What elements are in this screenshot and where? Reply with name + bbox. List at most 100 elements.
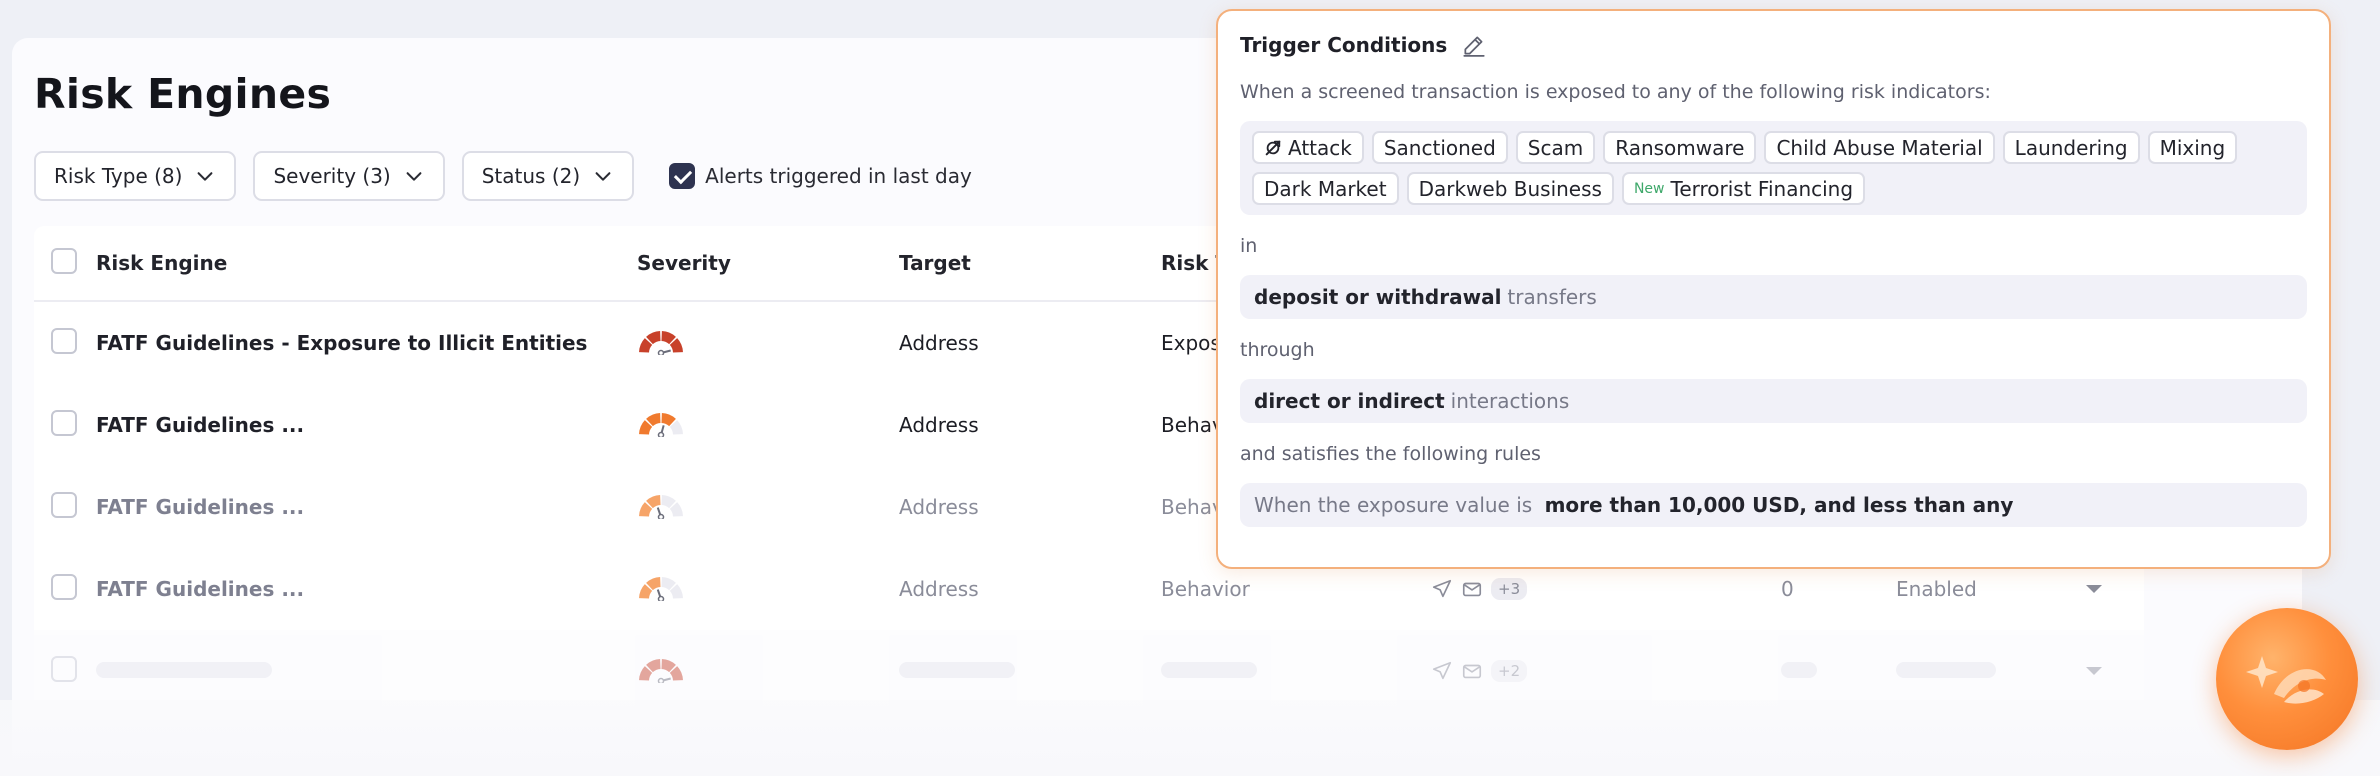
indicator-label: Sanctioned bbox=[1383, 135, 1496, 160]
chevron-down-icon bbox=[406, 172, 422, 181]
exposure-rule-value: more than 10,000 USD, and less than any bbox=[1544, 493, 2014, 517]
indicator-label: Child Abuse Material bbox=[1776, 135, 1983, 160]
severity-gauge-icon bbox=[639, 576, 683, 602]
indicator-label: Mixing bbox=[2159, 135, 2226, 160]
loading-placeholder bbox=[1781, 662, 1817, 678]
risk-type-filter[interactable]: Risk Type (8) bbox=[34, 151, 237, 201]
indicator-chip-laundering[interactable]: Laundering bbox=[2002, 131, 2140, 164]
loading-placeholder bbox=[1896, 662, 1996, 678]
row-checkbox[interactable] bbox=[51, 655, 77, 682]
indicator-label: Scam bbox=[1527, 135, 1584, 160]
indicator-chip-ransomware[interactable]: Ransomware bbox=[1603, 131, 1757, 164]
ai-sparkle-eye-icon bbox=[2246, 656, 2326, 704]
gauge-hub bbox=[657, 349, 665, 356]
risk-type-cell: Behavior bbox=[1161, 577, 1250, 601]
ai-assistant-button[interactable] bbox=[2216, 608, 2358, 750]
gauge-hub bbox=[657, 677, 665, 684]
transfer-direction-box[interactable]: deposit or withdrawal transfers bbox=[1240, 275, 2307, 319]
chevron-down-icon bbox=[198, 172, 213, 181]
indicator-label: Darkweb Business bbox=[1418, 176, 1602, 201]
status-filter-label: Status (2) bbox=[481, 164, 581, 188]
through-label: through bbox=[1240, 339, 1315, 361]
indicator-label: Terrorist Financing bbox=[1670, 176, 1854, 201]
notification-channels[interactable]: +2 bbox=[1431, 660, 1781, 682]
row-checkbox[interactable] bbox=[51, 327, 77, 354]
bottom-fade-overlay bbox=[0, 700, 2380, 776]
severity-gauge-icon bbox=[639, 330, 683, 356]
exposure-rule-box[interactable]: When the exposure value is more than 10,… bbox=[1240, 483, 2307, 527]
indicator-chip-mixing[interactable]: Mixing bbox=[2147, 131, 2238, 164]
alerts-count: 0 bbox=[1781, 577, 1794, 601]
row-checkbox[interactable] bbox=[51, 409, 77, 436]
alerts-last-day-checkbox[interactable] bbox=[669, 163, 696, 189]
select-all-checkbox[interactable] bbox=[51, 247, 77, 274]
risk-engine-name[interactable]: FATF Guidelines ... bbox=[96, 413, 637, 437]
mail-icon bbox=[1462, 664, 1482, 679]
indicator-chip-terrorist-financing[interactable]: New Terrorist Financing bbox=[1621, 172, 1866, 205]
page-title: Risk Engines bbox=[34, 70, 332, 118]
loading-placeholder bbox=[96, 662, 272, 678]
column-header-severity[interactable]: Severity bbox=[637, 251, 899, 275]
indicator-chip-sanctioned[interactable]: Sanctioned bbox=[1371, 131, 1508, 164]
target-cell: Address bbox=[899, 413, 979, 437]
interaction-type-box[interactable]: direct or indirect interactions bbox=[1240, 379, 2307, 423]
loading-placeholder bbox=[899, 662, 1015, 678]
indicator-label: Attack bbox=[1288, 135, 1352, 160]
more-channels-badge: +2 bbox=[1491, 660, 1528, 682]
more-channels-badge: +3 bbox=[1491, 578, 1528, 600]
gauge-hub bbox=[657, 431, 665, 438]
status-dropdown-icon[interactable] bbox=[2086, 585, 2102, 593]
severity-filter[interactable]: Severity (3) bbox=[253, 151, 445, 201]
exposure-rule-prefix: When the exposure value is bbox=[1254, 493, 1533, 517]
risk-engine-name[interactable]: FATF Guidelines ... bbox=[96, 495, 637, 519]
indicator-label: Dark Market bbox=[1264, 176, 1387, 201]
indicator-label: Laundering bbox=[2014, 135, 2128, 160]
column-header-target[interactable]: Target bbox=[899, 251, 1161, 275]
transfer-direction-suffix: transfers bbox=[1507, 285, 1597, 309]
target-cell: Address bbox=[899, 331, 979, 355]
interaction-type-value: direct or indirect bbox=[1254, 389, 1445, 413]
indicator-chip-dark-market[interactable]: Dark Market bbox=[1252, 172, 1399, 205]
severity-gauge-icon bbox=[639, 412, 683, 438]
mail-icon bbox=[1462, 582, 1482, 597]
indicator-label: Ransomware bbox=[1615, 135, 1745, 160]
column-header-risk-engine[interactable]: Risk Engine bbox=[96, 251, 637, 275]
status-filter[interactable]: Status (2) bbox=[461, 151, 635, 201]
trigger-conditions-popover: Trigger Conditions When a screened trans… bbox=[1216, 9, 2331, 569]
severity-filter-label: Severity (3) bbox=[273, 164, 391, 188]
indicator-chip-scam[interactable]: Scam bbox=[1515, 131, 1596, 164]
risk-type-filter-label: Risk Type (8) bbox=[54, 164, 183, 188]
alerts-last-day-toggle[interactable]: Alerts triggered in last day bbox=[669, 163, 972, 189]
status-cell[interactable]: Enabled bbox=[1896, 577, 2086, 601]
risk-engine-name[interactable]: FATF Guidelines - Exposure to Illicit En… bbox=[96, 331, 637, 355]
edit-pencil-icon[interactable] bbox=[1461, 32, 1487, 58]
indicator-chip-attack[interactable]: Attack bbox=[1252, 131, 1364, 164]
in-label: in bbox=[1240, 235, 1258, 257]
notification-channels[interactable]: +3 bbox=[1431, 578, 1781, 600]
trigger-conditions-title: Trigger Conditions bbox=[1240, 33, 1448, 57]
severity-gauge-icon bbox=[639, 494, 683, 520]
alerts-last-day-label: Alerts triggered in last day bbox=[705, 164, 972, 188]
status-label: Enabled bbox=[1896, 577, 1977, 601]
send-icon bbox=[1432, 661, 1452, 680]
send-icon bbox=[1432, 579, 1452, 598]
gauge-hub bbox=[657, 595, 665, 602]
loading-placeholder bbox=[1161, 662, 1257, 678]
row-checkbox[interactable] bbox=[51, 573, 77, 600]
filter-bar: Risk Type (8) Severity (3) Status (2) Al… bbox=[34, 151, 972, 201]
chevron-down-icon bbox=[595, 172, 611, 181]
risk-indicator-list: Attack Sanctioned Scam Ransomware Child … bbox=[1240, 121, 2307, 215]
target-cell: Address bbox=[899, 577, 979, 601]
status-dropdown-icon[interactable] bbox=[2086, 667, 2102, 675]
indicator-chip-child-abuse-material[interactable]: Child Abuse Material bbox=[1764, 131, 1995, 164]
rules-label: and satisfies the following rules bbox=[1240, 443, 1541, 465]
severity-gauge-icon bbox=[639, 658, 683, 684]
new-badge: New bbox=[1633, 180, 1665, 197]
indicator-chip-darkweb-business[interactable]: Darkweb Business bbox=[1406, 172, 1614, 205]
attack-icon bbox=[1265, 140, 1281, 155]
interaction-type-suffix: interactions bbox=[1450, 389, 1570, 413]
row-checkbox[interactable] bbox=[51, 491, 77, 518]
transfer-direction-value: deposit or withdrawal bbox=[1254, 285, 1502, 309]
trigger-intro-text: When a screened transaction is exposed t… bbox=[1240, 81, 1991, 103]
risk-engine-name[interactable]: FATF Guidelines ... bbox=[96, 577, 637, 601]
